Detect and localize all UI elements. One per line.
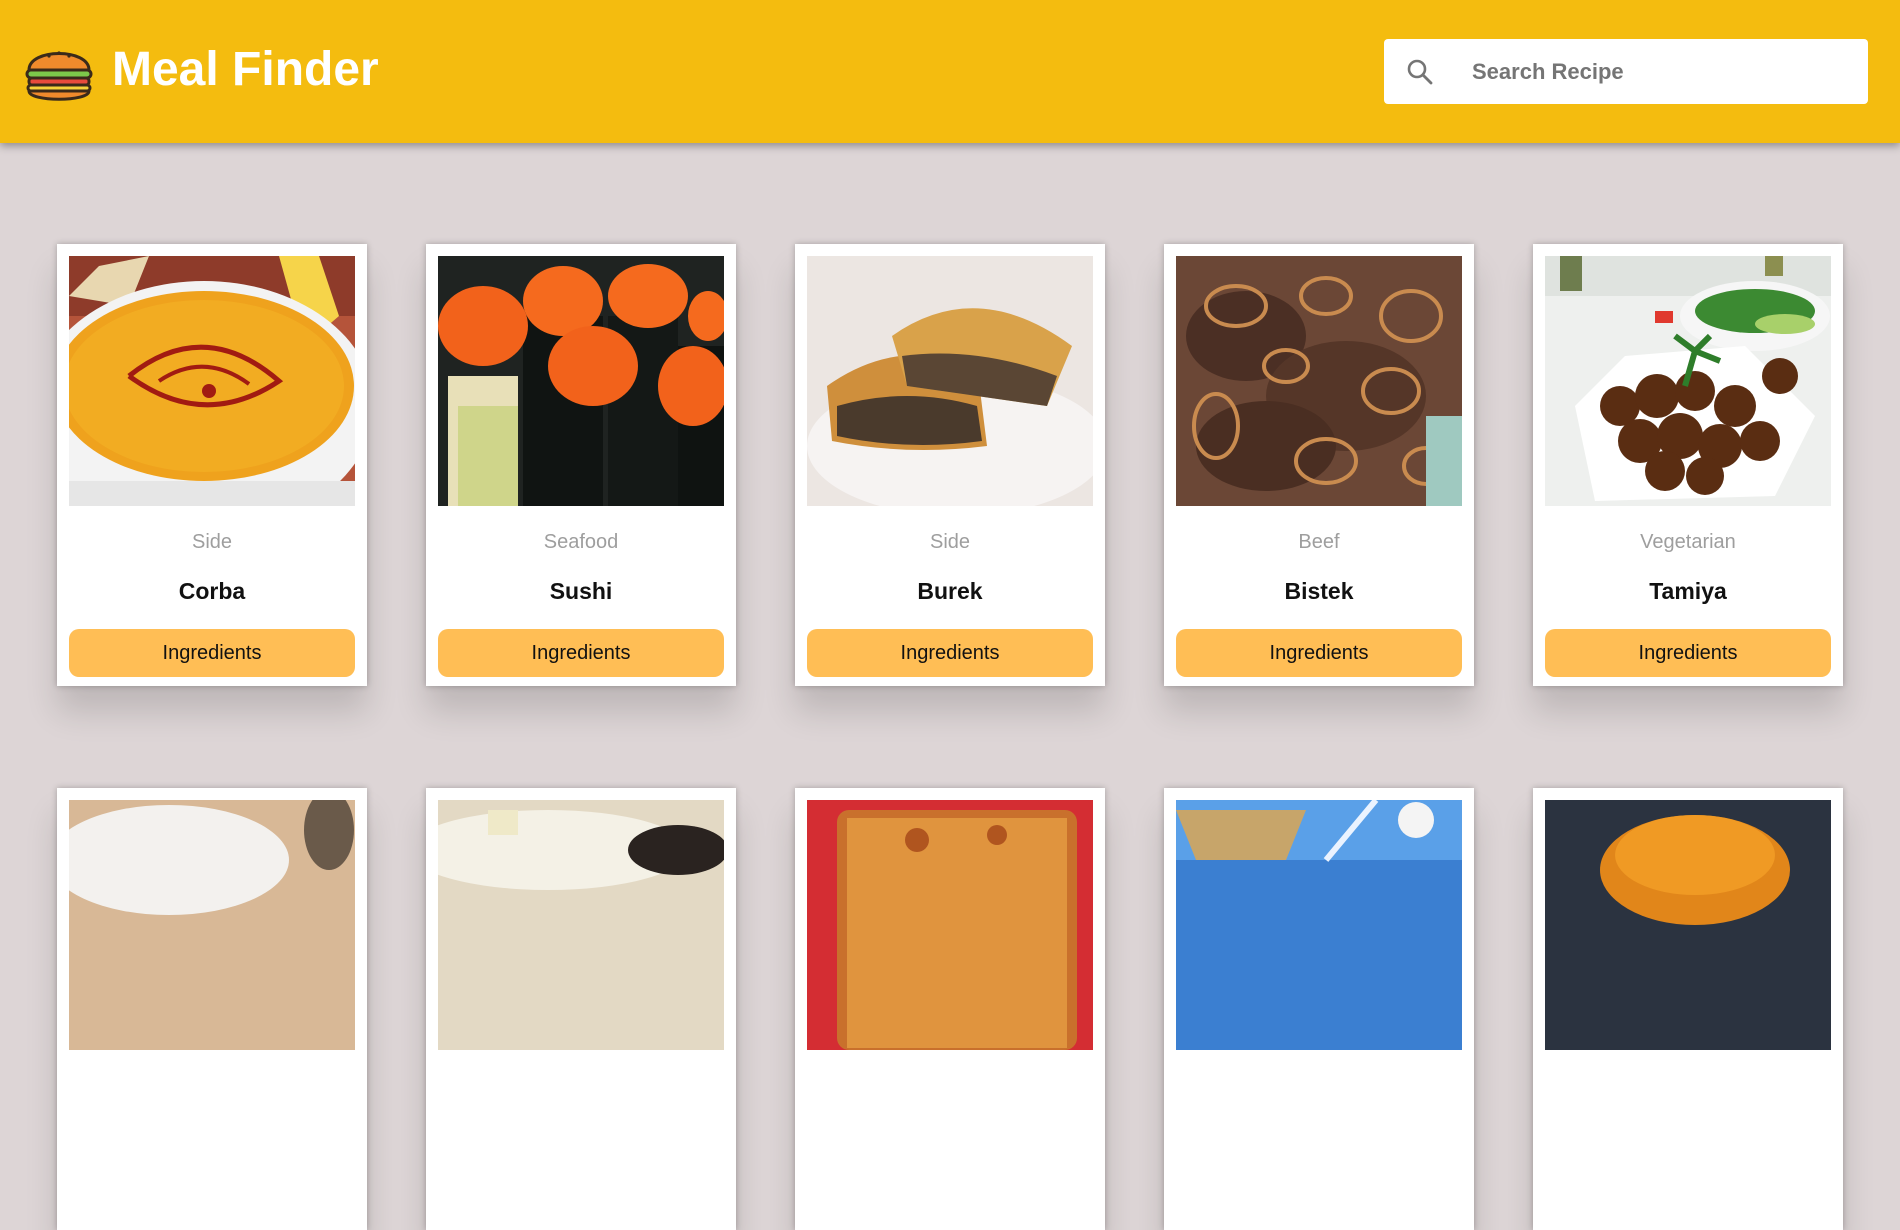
meal-card-sushi[interactable]: Seafood Sushi Ingredients (426, 244, 736, 686)
meal-card[interactable] (1164, 788, 1474, 1230)
ingredients-button[interactable]: Ingredients (1545, 629, 1831, 677)
ingredients-button[interactable]: Ingredients (1176, 629, 1462, 677)
meal-category: Side (191, 531, 233, 553)
search-icon[interactable] (1406, 58, 1434, 86)
meal-image[interactable] (438, 800, 724, 1050)
meal-card-corba[interactable]: Side Corba Ingredients (57, 244, 367, 686)
burger-logo-icon (23, 36, 95, 108)
meal-card-burek[interactable]: Side Burek Ingredients (795, 244, 1105, 686)
search-input[interactable] (1472, 39, 1852, 104)
meal-name: Bistek (1284, 578, 1354, 604)
meal-card-tamiya[interactable]: Vegetarian Tamiya Ingredients (1533, 244, 1843, 686)
meal-card[interactable] (795, 788, 1105, 1230)
meal-name: Sushi (549, 578, 613, 604)
search-box[interactable] (1384, 39, 1868, 104)
meal-card[interactable] (1533, 788, 1843, 1230)
meal-card-bistek[interactable]: Beef Bistek Ingredients (1164, 244, 1474, 686)
app-title: Meal Finder (112, 43, 379, 96)
meal-card[interactable] (57, 788, 367, 1230)
meal-image[interactable] (1176, 800, 1462, 1050)
meal-grid: Side Corba Ingredients Seafood Sushi Ing… (0, 143, 1900, 1230)
meal-category: Seafood (543, 531, 619, 553)
meal-card[interactable] (426, 788, 736, 1230)
ingredients-button[interactable]: Ingredients (807, 629, 1093, 677)
ingredients-button[interactable]: Ingredients (69, 629, 355, 677)
meal-image-bistek[interactable] (1176, 256, 1462, 506)
meal-image-burek[interactable] (807, 256, 1093, 506)
meal-category: Vegetarian (1640, 531, 1736, 553)
meal-image-sushi[interactable] (438, 256, 724, 506)
meal-name: Corba (178, 578, 246, 604)
meal-category: Side (929, 531, 971, 553)
meal-name: Tamiya (1649, 578, 1727, 604)
meal-image-tamiya[interactable] (1545, 256, 1831, 506)
meal-image[interactable] (807, 800, 1093, 1050)
meal-image[interactable] (69, 800, 355, 1050)
meal-image-corba[interactable] (69, 256, 355, 506)
app-header: Meal Finder (0, 0, 1900, 143)
meal-image[interactable] (1545, 800, 1831, 1050)
meal-name: Burek (917, 578, 983, 604)
ingredients-button[interactable]: Ingredients (438, 629, 724, 677)
meal-category: Beef (1298, 531, 1340, 553)
